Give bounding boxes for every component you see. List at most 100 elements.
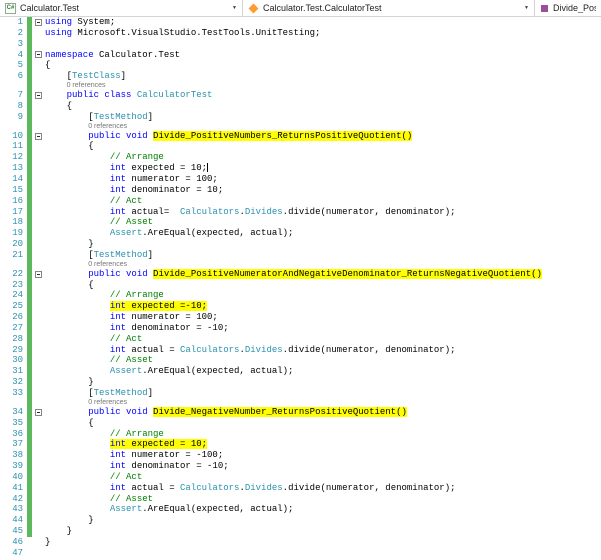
code-token: } <box>45 515 94 526</box>
code-line[interactable]: // Arrange <box>45 429 164 440</box>
code-token: expected = 10; <box>126 163 208 174</box>
code-line[interactable]: public void Divide_PositiveNumbers_Retur… <box>45 130 413 142</box>
code-line[interactable]: [TestClass] <box>45 71 126 82</box>
outlining-margin <box>32 366 45 377</box>
outlining-margin <box>32 131 45 142</box>
code-token: .AreEqual(expected, actual); <box>142 228 294 239</box>
code-line[interactable]: } <box>45 239 93 250</box>
code-line[interactable]: int actual = Calculators.Divides.divide(… <box>45 483 456 494</box>
chevron-down-icon: ▼ <box>524 4 529 11</box>
member-dropdown[interactable]: Divide_Positi <box>535 0 601 16</box>
code-line[interactable]: // Asset <box>45 494 153 505</box>
highlighted-code-token: expected =-10; <box>126 301 208 312</box>
code-line[interactable]: Assert.AreEqual(expected, actual); <box>45 366 294 377</box>
code-line[interactable]: { <box>45 101 72 112</box>
code-token: namespace <box>45 49 94 60</box>
code-line[interactable]: int actual = Calculators.Divides.divide(… <box>45 345 456 356</box>
highlighted-code-token: Divide_PositiveNumeratorAndNegativeDenom… <box>153 268 542 279</box>
collapse-region-icon[interactable] <box>35 91 42 99</box>
outlining-margin <box>32 355 45 366</box>
code-line[interactable]: int expected = 10; <box>45 439 208 450</box>
code-token: ] <box>147 111 154 122</box>
code-line[interactable]: int denominator = -10; <box>45 461 229 472</box>
line-number: 35 <box>12 417 23 428</box>
collapse-region-icon[interactable] <box>35 270 42 278</box>
code-line[interactable]: int denominator = 10; <box>45 185 223 196</box>
line-number: 43 <box>12 504 23 515</box>
code-line[interactable]: } <box>45 377 94 388</box>
line-number: 18 <box>12 217 23 228</box>
codelens-references-link[interactable]: 0 references <box>45 399 127 407</box>
code-line[interactable]: int actual= Calculators.Divides.divide(n… <box>45 207 456 218</box>
code-line[interactable]: [TestMethod] <box>45 250 153 261</box>
code-area[interactable]: 1 using System; 2 using Microsoft.VisualStu… <box>0 17 601 559</box>
code-line[interactable]: // Arrange <box>45 152 164 163</box>
code-line[interactable]: // Act <box>45 196 142 207</box>
code-token: .AreEqual(expected, actual); <box>142 504 294 515</box>
navigation-bar: C# Calculator.Test ▼ Calculator.Test.Cal… <box>0 0 601 17</box>
code-token: { <box>45 60 51 71</box>
codelens-references-link[interactable]: 0 references <box>45 261 127 269</box>
collapse-region-icon[interactable] <box>35 51 42 59</box>
code-line[interactable]: } <box>45 537 50 548</box>
code-line[interactable]: // Asset <box>45 217 153 228</box>
code-line[interactable]: public void Divide_NegativeNumber_Return… <box>45 406 407 418</box>
code-token: int <box>109 344 127 355</box>
code-line[interactable]: int numerator = 100; <box>45 174 218 185</box>
code-line[interactable]: using System; <box>45 17 115 28</box>
code-line[interactable]: } <box>45 515 94 526</box>
code-line[interactable]: // Asset <box>45 355 153 366</box>
collapse-region-icon[interactable] <box>35 132 42 140</box>
code-line[interactable]: // Arrange <box>45 290 164 301</box>
line-number: 8 <box>17 100 23 111</box>
line-number: 36 <box>12 428 23 439</box>
code-line[interactable]: [TestMethod] <box>45 388 153 399</box>
project-dropdown[interactable]: C# Calculator.Test ▼ <box>0 0 243 16</box>
code-line[interactable]: // Act <box>45 334 142 345</box>
code-line[interactable]: public class CalculatorTest <box>45 90 213 101</box>
highlighted-code-token: int <box>109 439 127 450</box>
text-caret <box>207 163 209 173</box>
outlining-margin <box>32 334 45 345</box>
code-line[interactable]: using Microsoft.VisualStudio.TestTools.U… <box>45 28 320 39</box>
code-token: public void <box>88 406 148 417</box>
code-line[interactable]: { <box>45 141 94 152</box>
code-line[interactable]: int denominator = -10; <box>45 323 229 334</box>
code-line[interactable]: { <box>45 280 93 291</box>
code-line[interactable]: { <box>45 418 93 429</box>
line-number: 17 <box>12 206 23 217</box>
code-line[interactable]: int expected = 10; <box>45 163 209 174</box>
code-line[interactable]: Assert.AreEqual(expected, actual); <box>45 504 294 515</box>
code-line[interactable]: Assert.AreEqual(expected, actual); <box>45 228 294 239</box>
code-token: } <box>45 377 94 388</box>
codelens-references-link[interactable]: 0 references <box>45 123 127 131</box>
collapse-region-icon[interactable] <box>35 18 42 26</box>
code-token: { <box>45 141 94 152</box>
code-line[interactable]: public void Divide_PositiveNumeratorAndN… <box>45 268 542 280</box>
code-token: // Asset <box>109 217 154 228</box>
codelens-references-link[interactable]: 0 references <box>45 82 106 90</box>
line-number <box>0 261 26 269</box>
code-token: ] <box>147 388 154 398</box>
type-dropdown[interactable]: Calculator.Test.CalculatorTest ▼ <box>243 0 535 16</box>
outlining-margin <box>32 280 45 291</box>
code-line[interactable]: { <box>45 60 50 71</box>
code-line[interactable]: int numerator = -100; <box>45 450 223 461</box>
line-number: 33 <box>12 388 23 398</box>
code-line[interactable]: namespace Calculator.Test <box>45 50 180 61</box>
outlining-margin <box>32 548 45 559</box>
collapse-region-icon[interactable] <box>35 408 42 416</box>
code-line[interactable]: int numerator = 100; <box>45 312 218 323</box>
code-line[interactable]: int expected =-10; <box>45 301 208 312</box>
outlining-margin <box>32 123 45 131</box>
code-line[interactable]: } <box>45 526 72 537</box>
code-line[interactable]: [TestMethod] <box>45 112 153 123</box>
outlining-margin <box>32 483 45 494</box>
code-token: Divides <box>244 482 283 493</box>
code-line[interactable]: // Act <box>45 472 142 483</box>
highlighted-code-token: int <box>109 301 127 312</box>
